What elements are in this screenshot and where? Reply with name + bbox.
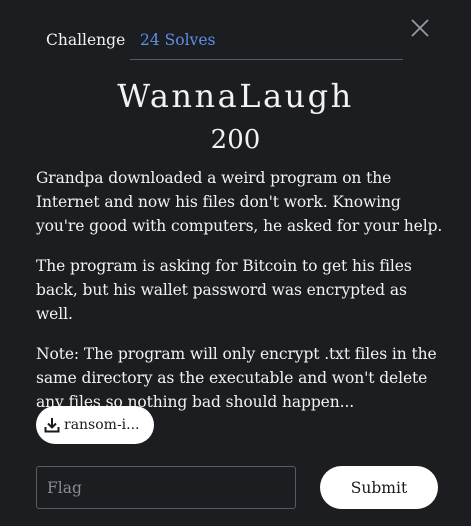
description-paragraph: Note: The program will only encrypt .txt…: [36, 345, 437, 411]
challenge-tabs: Challenge 24 Solves: [36, 22, 403, 60]
challenge-points: 200: [210, 125, 261, 155]
download-file-button[interactable]: ransom-i...: [36, 406, 154, 444]
close-icon: [411, 19, 429, 37]
tab-solves[interactable]: 24 Solves: [130, 22, 403, 60]
flag-input[interactable]: [36, 466, 296, 509]
close-button[interactable]: [410, 18, 430, 38]
challenge-description: Grandpa downloaded a weird program on th…: [36, 166, 446, 430]
submit-button[interactable]: Submit: [320, 466, 438, 509]
challenge-title: WannaLaugh: [117, 77, 354, 115]
download-icon: [44, 418, 60, 433]
description-paragraph: Grandpa downloaded a weird program on th…: [36, 169, 443, 235]
tab-challenge[interactable]: Challenge: [36, 22, 135, 59]
description-paragraph: The program is asking for Bitcoin to get…: [36, 257, 412, 323]
file-name-label: ransom-i...: [64, 417, 140, 433]
